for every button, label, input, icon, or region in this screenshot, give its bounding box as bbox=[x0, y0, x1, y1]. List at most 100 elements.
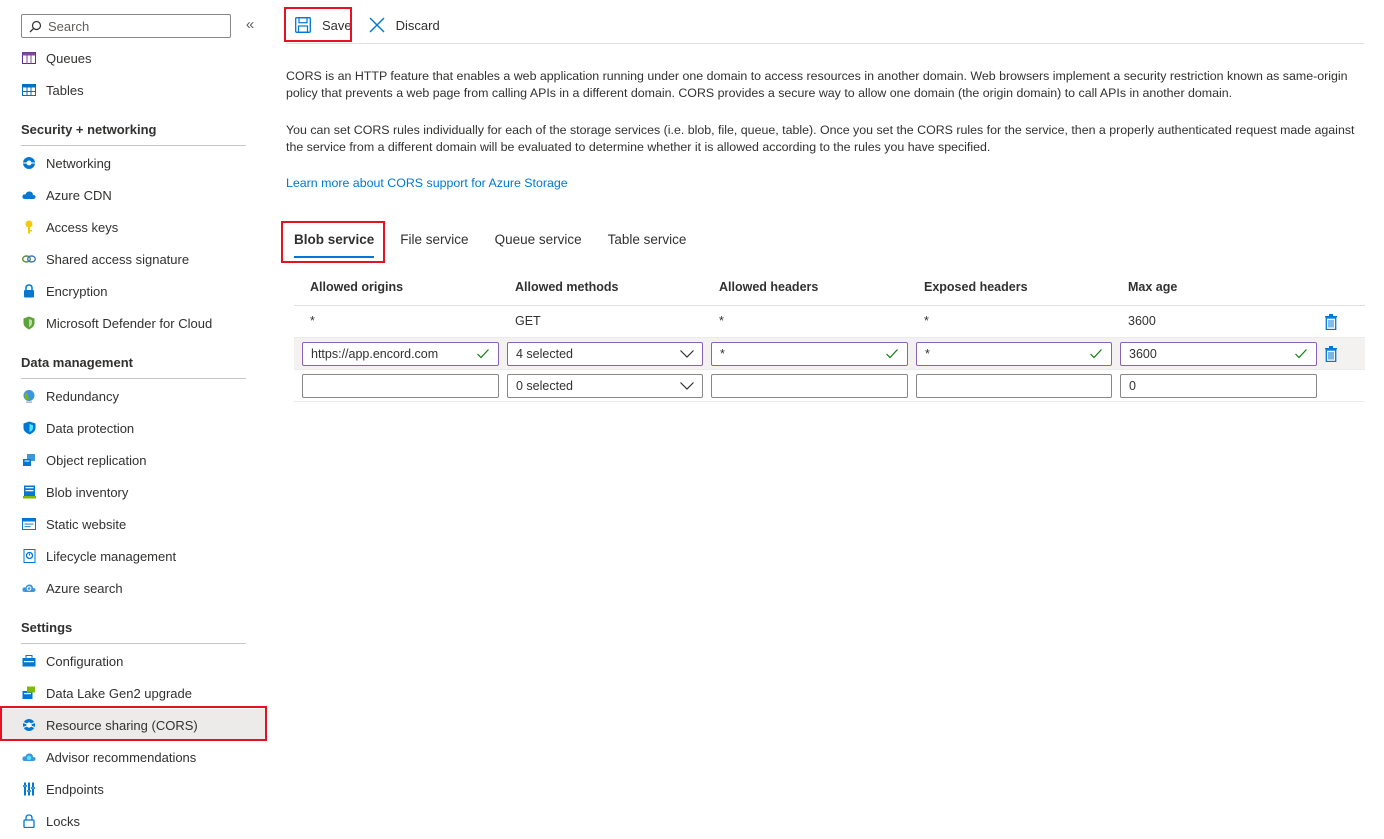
allowed-headers-input[interactable]: * bbox=[711, 342, 908, 366]
sidebar-item-label: Redundancy bbox=[46, 388, 119, 404]
table-icon bbox=[21, 82, 37, 98]
delete-icon[interactable] bbox=[1323, 345, 1339, 363]
sidebar-item-data-lake-gen2-upgrade[interactable]: Data Lake Gen2 upgrade bbox=[0, 677, 266, 709]
tab-blob-service[interactable]: Blob service bbox=[286, 228, 382, 258]
allowed-methods-dropdown[interactable]: 4 selected bbox=[507, 342, 703, 366]
command-bar: Save Discard bbox=[286, 8, 446, 42]
allowed-headers-input[interactable] bbox=[711, 374, 908, 398]
sidebar-item-label: Access keys bbox=[46, 219, 119, 235]
section-title-settings: Settings bbox=[21, 620, 73, 635]
sidebar-item-static-website[interactable]: Static website bbox=[0, 508, 266, 540]
sidebar-item-label: Tables bbox=[46, 82, 84, 98]
lock-icon bbox=[21, 283, 37, 299]
cell-exposed-headers: * bbox=[924, 314, 929, 328]
sidebar-item-advisor-recommendations[interactable]: Advisor recommendations bbox=[0, 741, 266, 773]
input-value: * bbox=[925, 347, 930, 361]
cors-icon bbox=[21, 717, 37, 733]
sidebar-item-shared-access-signature[interactable]: Shared access signature bbox=[0, 243, 266, 275]
grid-header: Allowed origins Allowed methods Allowed … bbox=[294, 272, 1365, 306]
toolbar-divider bbox=[286, 43, 1364, 44]
sidebar-item-lifecycle-management[interactable]: Lifecycle management bbox=[0, 540, 266, 572]
section-divider bbox=[21, 643, 246, 644]
dropdown-value: 0 selected bbox=[516, 379, 573, 393]
sidebar-item-label: Advisor recommendations bbox=[46, 749, 197, 765]
sidebar-item-label: Locks bbox=[46, 813, 80, 829]
header-allowed-origins: Allowed origins bbox=[310, 280, 404, 294]
networking-icon bbox=[21, 155, 37, 171]
sidebar-item-label: Resource sharing (CORS) bbox=[46, 717, 198, 733]
input-value: 0 bbox=[1129, 379, 1136, 393]
sidebar-item-label: Azure search bbox=[46, 580, 123, 596]
sidebar-item-azure-search[interactable]: Azure search bbox=[0, 572, 266, 604]
sidebar-item-access-keys[interactable]: Access keys bbox=[0, 211, 266, 243]
allowed-methods-dropdown[interactable]: 0 selected bbox=[507, 374, 703, 398]
checkmark-icon bbox=[885, 347, 899, 361]
save-icon bbox=[294, 16, 312, 34]
replication-icon bbox=[21, 452, 37, 468]
advisor-icon bbox=[21, 749, 37, 765]
sidebar-item-label: Queues bbox=[46, 50, 92, 66]
save-button[interactable]: Save bbox=[286, 8, 358, 42]
search-box[interactable] bbox=[21, 14, 231, 38]
sidebar-item-label: Microsoft Defender for Cloud bbox=[46, 315, 213, 331]
table-row[interactable]: https://app.encord.com 4 selected * * 36… bbox=[294, 338, 1365, 370]
padlock-icon bbox=[21, 813, 37, 829]
protection-icon bbox=[21, 420, 37, 436]
cors-rules-grid: Allowed origins Allowed methods Allowed … bbox=[294, 272, 1365, 402]
description-paragraph-1: CORS is an HTTP feature that enables a w… bbox=[286, 69, 1348, 100]
cdn-icon bbox=[21, 187, 37, 203]
discard-button[interactable]: Discard bbox=[360, 8, 446, 42]
sidebar-item-encryption[interactable]: Encryption bbox=[0, 275, 266, 307]
sidebar: « Queues Tables Security + networking Ne… bbox=[0, 0, 268, 839]
header-exposed-headers: Exposed headers bbox=[924, 280, 1028, 294]
close-icon bbox=[368, 16, 386, 34]
sidebar-item-tables[interactable]: Tables bbox=[0, 74, 266, 106]
sidebar-item-azure-cdn[interactable]: Azure CDN bbox=[0, 179, 266, 211]
dropdown-value: 4 selected bbox=[516, 347, 573, 361]
search-cloud-icon bbox=[21, 580, 37, 596]
sidebar-item-redundancy[interactable]: Redundancy bbox=[0, 380, 266, 412]
sidebar-item-blob-inventory[interactable]: Blob inventory bbox=[0, 476, 266, 508]
exposed-headers-input[interactable] bbox=[916, 374, 1112, 398]
sidebar-item-label: Encryption bbox=[46, 283, 108, 299]
search-input[interactable] bbox=[48, 18, 218, 34]
collapse-sidebar-button[interactable]: « bbox=[243, 16, 257, 34]
sidebar-item-label: Data protection bbox=[46, 420, 135, 436]
sidebar-item-queues[interactable]: Queues bbox=[0, 42, 266, 74]
sidebar-item-label: Static website bbox=[46, 516, 127, 532]
sidebar-item-label: Configuration bbox=[46, 653, 124, 669]
tab-queue-service[interactable]: Queue service bbox=[487, 228, 590, 258]
sidebar-item-endpoints[interactable]: Endpoints bbox=[0, 773, 266, 805]
max-age-input[interactable]: 0 bbox=[1120, 374, 1317, 398]
lifecycle-icon bbox=[21, 548, 37, 564]
sidebar-item-label: Shared access signature bbox=[46, 251, 190, 267]
cell-max-age: 3600 bbox=[1128, 314, 1156, 328]
tab-table-service[interactable]: Table service bbox=[600, 228, 695, 258]
sidebar-item-resource-sharing-cors[interactable]: Resource sharing (CORS) bbox=[0, 709, 266, 741]
sidebar-item-label: Networking bbox=[46, 155, 112, 171]
allowed-origins-input[interactable] bbox=[302, 374, 499, 398]
table-row[interactable]: * GET * * 3600 bbox=[294, 306, 1365, 338]
sidebar-item-label: Blob inventory bbox=[46, 484, 129, 500]
exposed-headers-input[interactable]: * bbox=[916, 342, 1112, 366]
tab-file-service[interactable]: File service bbox=[392, 228, 476, 258]
sidebar-item-label: Object replication bbox=[46, 452, 147, 468]
input-value: * bbox=[720, 347, 725, 361]
allowed-origins-input[interactable]: https://app.encord.com bbox=[302, 342, 499, 366]
max-age-input[interactable]: 3600 bbox=[1120, 342, 1317, 366]
configuration-icon bbox=[21, 653, 37, 669]
table-row[interactable]: 0 selected 0 bbox=[294, 370, 1365, 402]
key-icon bbox=[21, 219, 37, 235]
sidebar-item-networking[interactable]: Networking bbox=[0, 147, 266, 179]
sidebar-item-configuration[interactable]: Configuration bbox=[0, 645, 266, 677]
section-title-security-networking: Security + networking bbox=[21, 122, 157, 137]
section-divider bbox=[21, 145, 246, 146]
sidebar-item-data-protection[interactable]: Data protection bbox=[0, 412, 266, 444]
sidebar-item-object-replication[interactable]: Object replication bbox=[0, 444, 266, 476]
sidebar-item-label: Data Lake Gen2 upgrade bbox=[46, 685, 192, 701]
learn-more-link[interactable]: Learn more about CORS support for Azure … bbox=[286, 176, 568, 190]
sidebar-item-microsoft-defender[interactable]: Microsoft Defender for Cloud bbox=[0, 307, 266, 339]
sidebar-item-locks[interactable]: Locks bbox=[0, 805, 266, 837]
endpoints-icon bbox=[21, 781, 37, 797]
delete-icon[interactable] bbox=[1323, 313, 1339, 331]
